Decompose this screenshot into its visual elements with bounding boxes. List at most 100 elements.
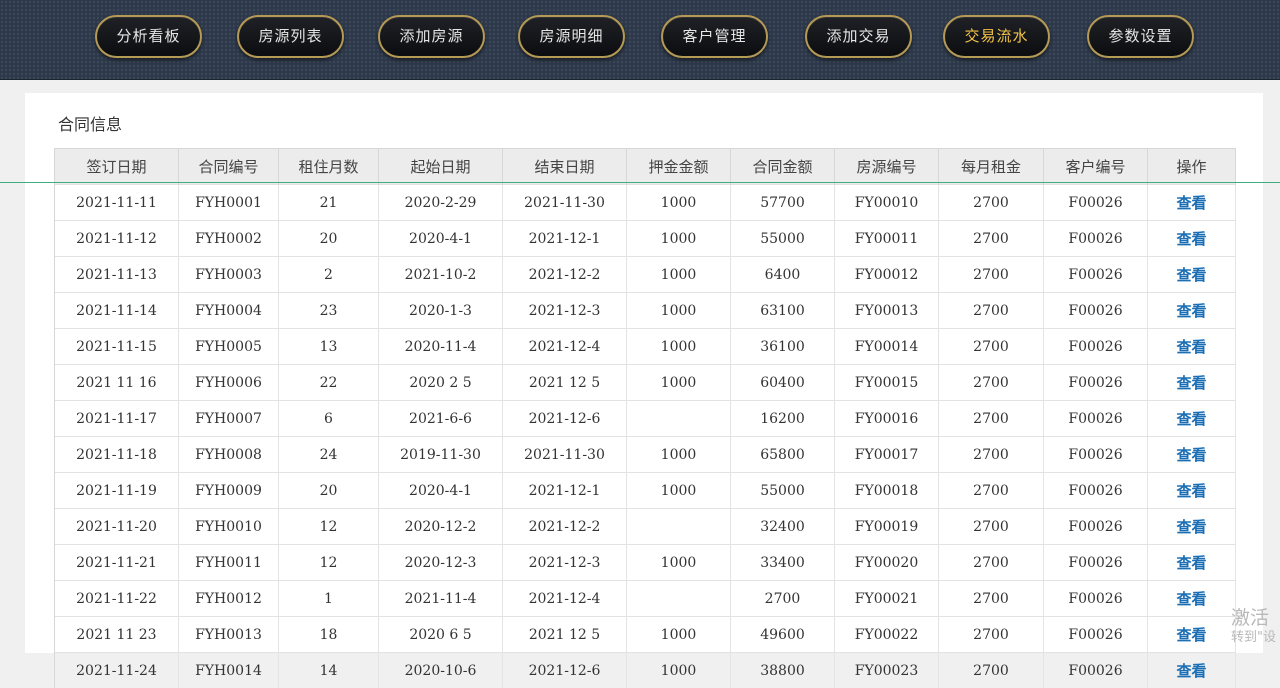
- table-header-row: 签订日期 合同编号 租住月数 起始日期 结束日期 押金金额 合同金额 房源编号 …: [55, 149, 1236, 185]
- view-link[interactable]: 查看: [1148, 617, 1236, 653]
- view-link[interactable]: 查看: [1148, 221, 1236, 257]
- view-link[interactable]: 查看: [1148, 473, 1236, 509]
- view-link[interactable]: 查看: [1148, 509, 1236, 545]
- table-row: 2021-11-13FYH000322021-10-22021-12-21000…: [55, 257, 1236, 293]
- cell-customer-number: F00026: [1044, 257, 1148, 293]
- cell-lease-months: 12: [279, 509, 379, 545]
- nav-property-details-button[interactable]: 房源明细: [518, 15, 625, 58]
- cell-lease-months: 13: [279, 329, 379, 365]
- cell-lease-months: 24: [279, 437, 379, 473]
- cell-contract-number: FYH0010: [179, 509, 279, 545]
- nav-transaction-flow-button[interactable]: 交易流水: [943, 15, 1050, 58]
- cell-sign-date: 2021-11-14: [55, 293, 179, 329]
- column-header: 结束日期: [503, 149, 627, 185]
- cell-contract-amount: 60400: [731, 365, 835, 401]
- cell-start-date: 2020-4-1: [379, 221, 503, 257]
- cell-end-date: 2021-12-2: [503, 257, 627, 293]
- cell-customer-number: F00026: [1044, 293, 1148, 329]
- cell-contract-amount: 32400: [731, 509, 835, 545]
- cell-sign-date: 2021-11-19: [55, 473, 179, 509]
- cell-monthly-rent: 2700: [939, 617, 1044, 653]
- view-link[interactable]: 查看: [1148, 185, 1236, 221]
- cell-end-date: 2021-12-4: [503, 581, 627, 617]
- cell-sign-date: 2021-11-21: [55, 545, 179, 581]
- cell-start-date: 2019-11-30: [379, 437, 503, 473]
- cell-deposit: [627, 509, 731, 545]
- cell-deposit: 1000: [627, 257, 731, 293]
- guide-line: [0, 182, 1280, 183]
- cell-monthly-rent: 2700: [939, 221, 1044, 257]
- cell-end-date: 2021 12 5: [503, 617, 627, 653]
- cell-property-number: FY00011: [835, 221, 939, 257]
- cell-sign-date: 2021 11 23: [55, 617, 179, 653]
- view-link[interactable]: 查看: [1148, 437, 1236, 473]
- cell-end-date: 2021-12-6: [503, 401, 627, 437]
- view-link[interactable]: 查看: [1148, 293, 1236, 329]
- nav-add-transaction-button[interactable]: 添加交易: [805, 15, 912, 58]
- cell-sign-date: 2021-11-22: [55, 581, 179, 617]
- cell-monthly-rent: 2700: [939, 509, 1044, 545]
- cell-contract-amount: 57700: [731, 185, 835, 221]
- cell-property-number: FY00010: [835, 185, 939, 221]
- cell-contract-number: FYH0004: [179, 293, 279, 329]
- cell-start-date: 2021-11-4: [379, 581, 503, 617]
- cell-start-date: 2020 6 5: [379, 617, 503, 653]
- cell-deposit: [627, 401, 731, 437]
- cell-contract-number: FYH0005: [179, 329, 279, 365]
- cell-deposit: 1000: [627, 653, 731, 688]
- cell-deposit: 1000: [627, 473, 731, 509]
- nav-customer-management-button[interactable]: 客户管理: [661, 15, 768, 58]
- cell-start-date: 2020 2 5: [379, 365, 503, 401]
- column-header: 签订日期: [55, 149, 179, 185]
- view-link[interactable]: 查看: [1148, 257, 1236, 293]
- column-header: 合同编号: [179, 149, 279, 185]
- nav-analysis-dashboard-button[interactable]: 分析看板: [95, 15, 202, 58]
- cell-property-number: FY00016: [835, 401, 939, 437]
- cell-deposit: 1000: [627, 437, 731, 473]
- cell-contract-number: FYH0003: [179, 257, 279, 293]
- cell-customer-number: F00026: [1044, 473, 1148, 509]
- contract-info-panel: 合同信息 签订日期 合同编号 租住月数 起始日期 结束日期 押金金额 合同金额 …: [25, 93, 1263, 653]
- cell-deposit: 1000: [627, 545, 731, 581]
- cell-customer-number: F00026: [1044, 329, 1148, 365]
- cell-deposit: 1000: [627, 329, 731, 365]
- cell-end-date: 2021-12-3: [503, 293, 627, 329]
- view-link[interactable]: 查看: [1148, 653, 1236, 688]
- view-link[interactable]: 查看: [1148, 365, 1236, 401]
- nav-add-property-button[interactable]: 添加房源: [378, 15, 485, 58]
- view-link[interactable]: 查看: [1148, 581, 1236, 617]
- table-row: 2021-11-21FYH0011122020-12-32021-12-3100…: [55, 545, 1236, 581]
- cell-contract-number: FYH0001: [179, 185, 279, 221]
- cell-property-number: FY00013: [835, 293, 939, 329]
- cell-property-number: FY00021: [835, 581, 939, 617]
- cell-lease-months: 1: [279, 581, 379, 617]
- view-link[interactable]: 查看: [1148, 545, 1236, 581]
- table-row: 2021-11-20FYH0010122020-12-22021-12-2324…: [55, 509, 1236, 545]
- cell-property-number: FY00022: [835, 617, 939, 653]
- cell-start-date: 2021-10-2: [379, 257, 503, 293]
- cell-property-number: FY00015: [835, 365, 939, 401]
- cell-deposit: 1000: [627, 221, 731, 257]
- table-row: 2021-11-18FYH0008242019-11-302021-11-301…: [55, 437, 1236, 473]
- cell-lease-months: 14: [279, 653, 379, 688]
- table-row: 2021-11-14FYH0004232020-1-32021-12-31000…: [55, 293, 1236, 329]
- cell-lease-months: 20: [279, 473, 379, 509]
- cell-contract-amount: 55000: [731, 473, 835, 509]
- view-link[interactable]: 查看: [1148, 329, 1236, 365]
- cell-contract-number: FYH0002: [179, 221, 279, 257]
- cell-deposit: 1000: [627, 365, 731, 401]
- table-row: 2021-11-15FYH0005132020-11-42021-12-4100…: [55, 329, 1236, 365]
- cell-customer-number: F00026: [1044, 509, 1148, 545]
- cell-monthly-rent: 2700: [939, 437, 1044, 473]
- view-link[interactable]: 查看: [1148, 401, 1236, 437]
- cell-start-date: 2020-11-4: [379, 329, 503, 365]
- cell-contract-number: FYH0006: [179, 365, 279, 401]
- nav-property-list-button[interactable]: 房源列表: [237, 15, 344, 58]
- nav-parameter-settings-button[interactable]: 参数设置: [1087, 15, 1194, 58]
- cell-contract-number: FYH0007: [179, 401, 279, 437]
- cell-customer-number: F00026: [1044, 365, 1148, 401]
- table-body: 2021-11-11FYH0001212020-2-292021-11-3010…: [55, 185, 1236, 688]
- cell-deposit: [627, 581, 731, 617]
- table-row: 2021 11 23FYH0013182020 6 52021 12 51000…: [55, 617, 1236, 653]
- watermark-line-2: 转到"设: [1231, 630, 1276, 646]
